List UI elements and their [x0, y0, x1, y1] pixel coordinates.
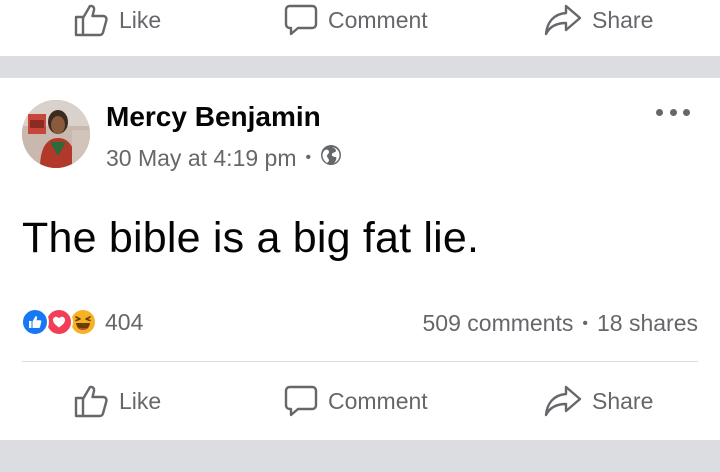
share-arrow-icon: [544, 3, 582, 37]
comment-bubble-icon: [284, 384, 318, 418]
share-label: Share: [592, 387, 654, 414]
stats-separator: •: [582, 314, 588, 332]
post-action-bar: Like Comment Share: [0, 381, 720, 421]
share-count[interactable]: 18 shares: [597, 310, 698, 337]
more-dot: [669, 108, 677, 116]
more-dot: [683, 108, 690, 116]
comment-button[interactable]: Comment: [284, 3, 428, 37]
author-name[interactable]: Mercy Benjamin: [106, 101, 321, 133]
comment-count[interactable]: 509 comments: [423, 310, 574, 337]
globe-icon[interactable]: [320, 144, 342, 172]
share-arrow-icon: [544, 384, 582, 418]
feed-separator: [0, 440, 720, 472]
like-button[interactable]: Like: [73, 384, 161, 418]
love-reaction-icon: [45, 308, 73, 336]
post-timestamp[interactable]: 30 May at 4:19 pm: [106, 145, 297, 172]
haha-reaction-icon: [69, 308, 97, 336]
more-options-icon[interactable]: [656, 104, 690, 120]
post-stats: 509 comments • 18 shares: [423, 310, 698, 337]
share-button[interactable]: Share: [544, 3, 653, 37]
share-label: Share: [592, 6, 654, 33]
meta-separator: •: [305, 149, 312, 166]
comment-label: Comment: [328, 387, 428, 414]
thumbs-up-icon: [73, 3, 109, 37]
comment-bubble-icon: [284, 3, 318, 37]
like-label: Like: [119, 6, 162, 33]
like-label: Like: [119, 387, 162, 414]
avatar-photo: [22, 100, 90, 168]
feed-separator: [0, 56, 720, 78]
more-dot: [656, 108, 663, 116]
author-avatar[interactable]: [22, 100, 90, 168]
previous-post-action-bar: Like Comment Share: [0, 0, 720, 40]
post-divider: [22, 361, 698, 362]
reaction-count: 404: [105, 308, 144, 335]
thumbs-up-icon: [73, 384, 109, 418]
comment-label: Comment: [328, 6, 428, 33]
post-text: The bible is a big fat lie.: [22, 214, 480, 262]
like-button[interactable]: Like: [73, 3, 161, 37]
post-meta: 30 May at 4:19 pm •: [106, 144, 342, 172]
share-button[interactable]: Share: [544, 384, 653, 418]
like-reaction-icon: [21, 308, 49, 336]
comment-button[interactable]: Comment: [284, 384, 428, 418]
reaction-summary[interactable]: 404: [21, 308, 143, 336]
